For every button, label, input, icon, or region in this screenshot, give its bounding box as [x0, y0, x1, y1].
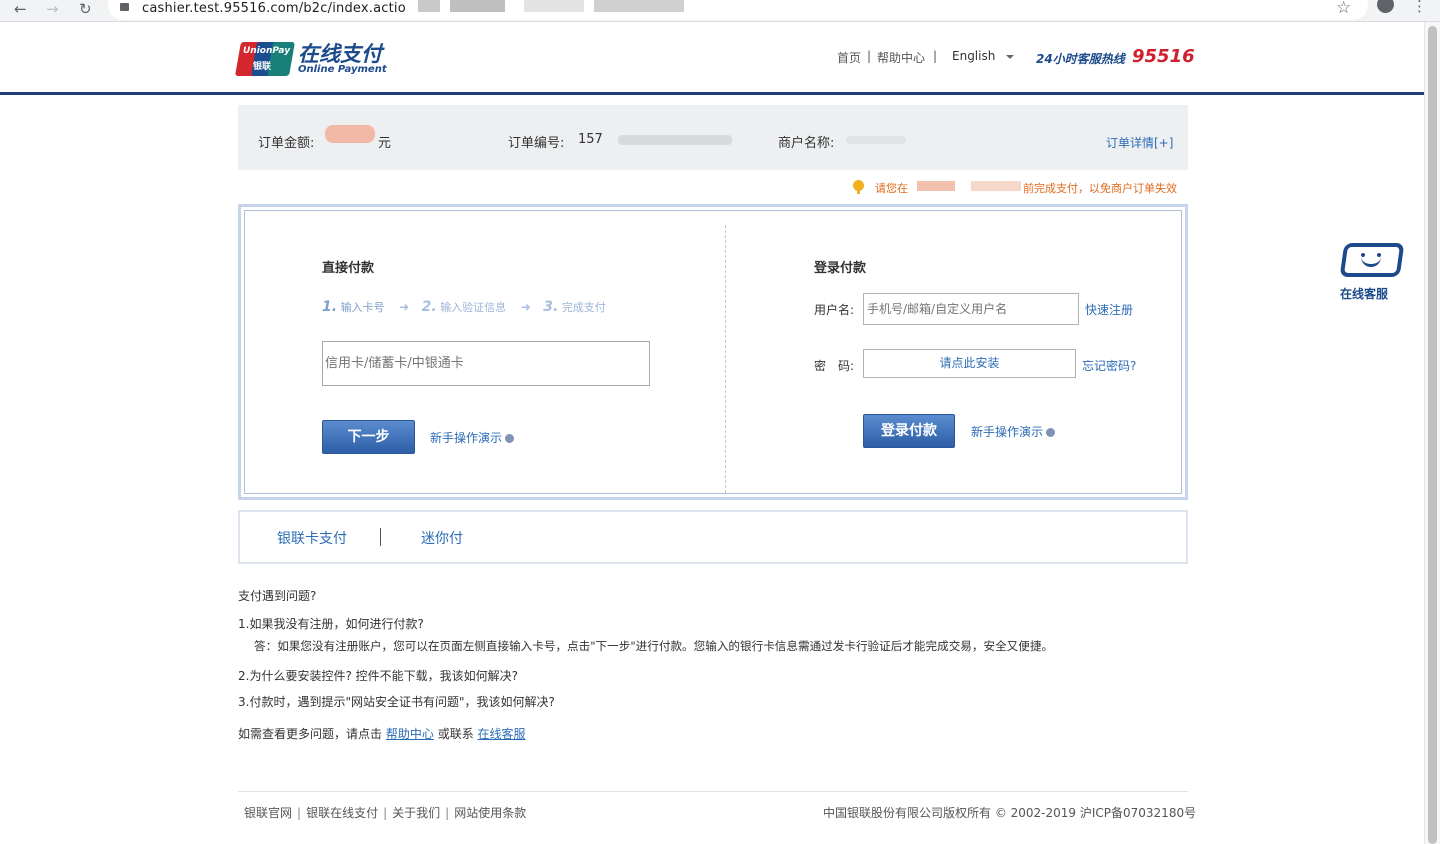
direct-demo-link[interactable]: 新手操作演示: [430, 429, 515, 446]
logo-text-en: UnionPay: [243, 46, 291, 56]
browser-toolbar: ← → ↻ cashier.test.95516.com/b2c/index.a…: [0, 0, 1440, 22]
footer-link[interactable]: 银联在线支付: [306, 806, 378, 820]
faq-more-text: 或联系: [437, 727, 474, 741]
forgot-password-link[interactable]: 忘记密码?: [1082, 357, 1136, 374]
play-icon: [1046, 428, 1056, 437]
redacted-order-number: [618, 135, 732, 145]
chevron-down-icon[interactable]: [1006, 55, 1014, 59]
footer-link[interactable]: 网站使用条款: [454, 806, 526, 820]
step-label: 完成支付: [561, 301, 606, 314]
brand-subtitle: Online Payment: [298, 64, 387, 75]
play-icon: [505, 434, 515, 443]
language-selector[interactable]: English: [952, 49, 995, 63]
login-demo-link[interactable]: 新手操作演示: [971, 423, 1056, 440]
faq-more-text: 如需查看更多问题，请点击: [238, 727, 383, 741]
tab-mini-pay[interactable]: 迷你付: [421, 528, 463, 548]
demo-link-label: 新手操作演示: [971, 425, 1044, 439]
online-service-link[interactable]: 在线客服: [478, 727, 526, 741]
lock-icon: [120, 3, 129, 11]
back-icon[interactable]: ←: [14, 0, 27, 18]
footer-separator: |: [383, 806, 388, 820]
nav-home-link[interactable]: 首页: [837, 49, 861, 66]
redacted-blur: [450, 0, 505, 12]
redacted-merchant-name: [846, 136, 906, 144]
password-plugin-install[interactable]: 请点此安装: [863, 349, 1076, 378]
redacted-blur: [524, 0, 584, 12]
payment-panel: 直接付款 1. 输入卡号 ➜ 2. 输入验证信息 ➜ 3. 完成支付 下一步 新…: [238, 204, 1188, 500]
redacted-blur: [594, 0, 684, 12]
nav-separator: |: [867, 49, 872, 63]
arrow-right-icon: ➜: [520, 300, 531, 314]
footer-divider: [238, 791, 1188, 792]
url-text[interactable]: cashier.test.95516.com/b2c/index.actio: [142, 1, 406, 16]
bookmark-star-icon[interactable]: ☆: [1336, 0, 1351, 18]
footer-separator: |: [445, 806, 450, 820]
tab-unionpay-card[interactable]: 银联卡支付: [277, 528, 347, 548]
notice-prefix: 请您在: [875, 182, 908, 195]
redacted-time: [917, 181, 955, 191]
scrollbar-thumb[interactable]: [1428, 26, 1437, 844]
reload-icon[interactable]: ↻: [79, 0, 92, 18]
profile-icon[interactable]: [1377, 0, 1394, 13]
nav-separator: |: [933, 49, 938, 63]
login-pay-button[interactable]: 登录付款: [863, 414, 955, 448]
unionpay-logo[interactable]: UnionPay 银联: [235, 40, 295, 76]
hotline-label: 24小时客服热线: [1036, 52, 1125, 66]
page-scrollbar[interactable]: [1424, 22, 1440, 844]
password-label: 密 码:: [814, 359, 855, 373]
faq-question[interactable]: 3.付款时，遇到提示"网站安全证书有问题"，我该如何解决?: [238, 693, 555, 710]
step-label: 输入验证信息: [440, 301, 507, 314]
payment-steps: 1. 输入卡号 ➜ 2. 输入验证信息 ➜ 3. 完成支付: [322, 299, 606, 315]
step-number: 2.: [421, 299, 437, 315]
faq-question[interactable]: 2.为什么要安装控件? 控件不能下载，我该如何解决?: [238, 667, 518, 684]
next-step-button[interactable]: 下一步: [322, 420, 415, 454]
address-bar[interactable]: cashier.test.95516.com/b2c/index.actio: [108, 0, 1368, 20]
redacted-amount: [325, 125, 375, 143]
username-label: 用户名:: [814, 303, 855, 317]
redacted-blur: [418, 0, 440, 12]
tab-separator: [380, 528, 381, 546]
merchant-name-label: 商户名称:: [778, 136, 835, 151]
footer-link[interactable]: 银联官网: [244, 806, 292, 820]
direct-pay-title: 直接付款: [322, 261, 375, 276]
lightbulb-icon: [853, 180, 864, 194]
quick-register-link[interactable]: 快速注册: [1085, 301, 1133, 318]
online-service-widget[interactable]: 在线客服: [1339, 243, 1409, 303]
browser-menu-icon[interactable]: ⋮: [1412, 0, 1427, 15]
step-number: 1.: [322, 299, 338, 315]
order-info-bar: 订单金额: 元 订单编号: 157 商户名称: 订单详情[+]: [238, 105, 1188, 170]
copyright: 中国银联股份有限公司版权所有 © 2002-2019 沪ICP备07032180…: [823, 806, 1197, 820]
order-amount-unit: 元: [378, 136, 392, 151]
step-number: 3.: [543, 299, 559, 315]
notice-suffix: 前完成支付，以免商户订单失效: [1023, 182, 1177, 195]
arrow-right-icon: ➜: [399, 300, 410, 314]
faq-question: 1.如果我没有注册，如何进行付款?: [238, 617, 424, 631]
panel-divider: [725, 225, 726, 493]
help-center-link[interactable]: 帮助中心: [386, 727, 434, 741]
footer-separator: |: [297, 806, 302, 820]
login-pay-title: 登录付款: [814, 261, 867, 276]
nav-help-link[interactable]: 帮助中心: [877, 49, 925, 66]
online-service-label[interactable]: 在线客服: [1340, 285, 1388, 302]
faq-answer: 答：如果您没有注册账户，您可以在页面左侧直接输入卡号，点击"下一步"进行付款。您…: [254, 639, 1054, 653]
site-header: UnionPay 银联 在线支付 Online Payment 首页 | 帮助中…: [0, 22, 1424, 95]
footer-link[interactable]: 关于我们: [392, 806, 440, 820]
order-number-value: 157: [578, 132, 603, 147]
username-input[interactable]: [863, 293, 1079, 325]
redacted-time: [971, 181, 1021, 191]
payment-method-tabs: 银联卡支付 迷你付: [238, 510, 1188, 564]
step-label: 输入卡号: [340, 301, 385, 314]
demo-link-label: 新手操作演示: [430, 431, 503, 445]
forward-icon[interactable]: →: [46, 0, 59, 18]
hotline-number: 95516: [1132, 46, 1195, 67]
logo-text-cn: 银联: [253, 62, 272, 72]
footer-links: 银联官网 | 银联在线支付 | 关于我们 | 网站使用条款: [244, 804, 526, 821]
order-number-label: 订单编号:: [508, 136, 565, 151]
faq-title: 支付遇到问题?: [238, 589, 317, 603]
order-amount-label: 订单金额:: [258, 136, 315, 151]
card-number-input[interactable]: [322, 341, 650, 386]
order-detail-link[interactable]: 订单详情[+]: [1106, 134, 1173, 151]
faq-more: 如需查看更多问题，请点击 帮助中心 或联系 在线客服: [238, 725, 526, 742]
